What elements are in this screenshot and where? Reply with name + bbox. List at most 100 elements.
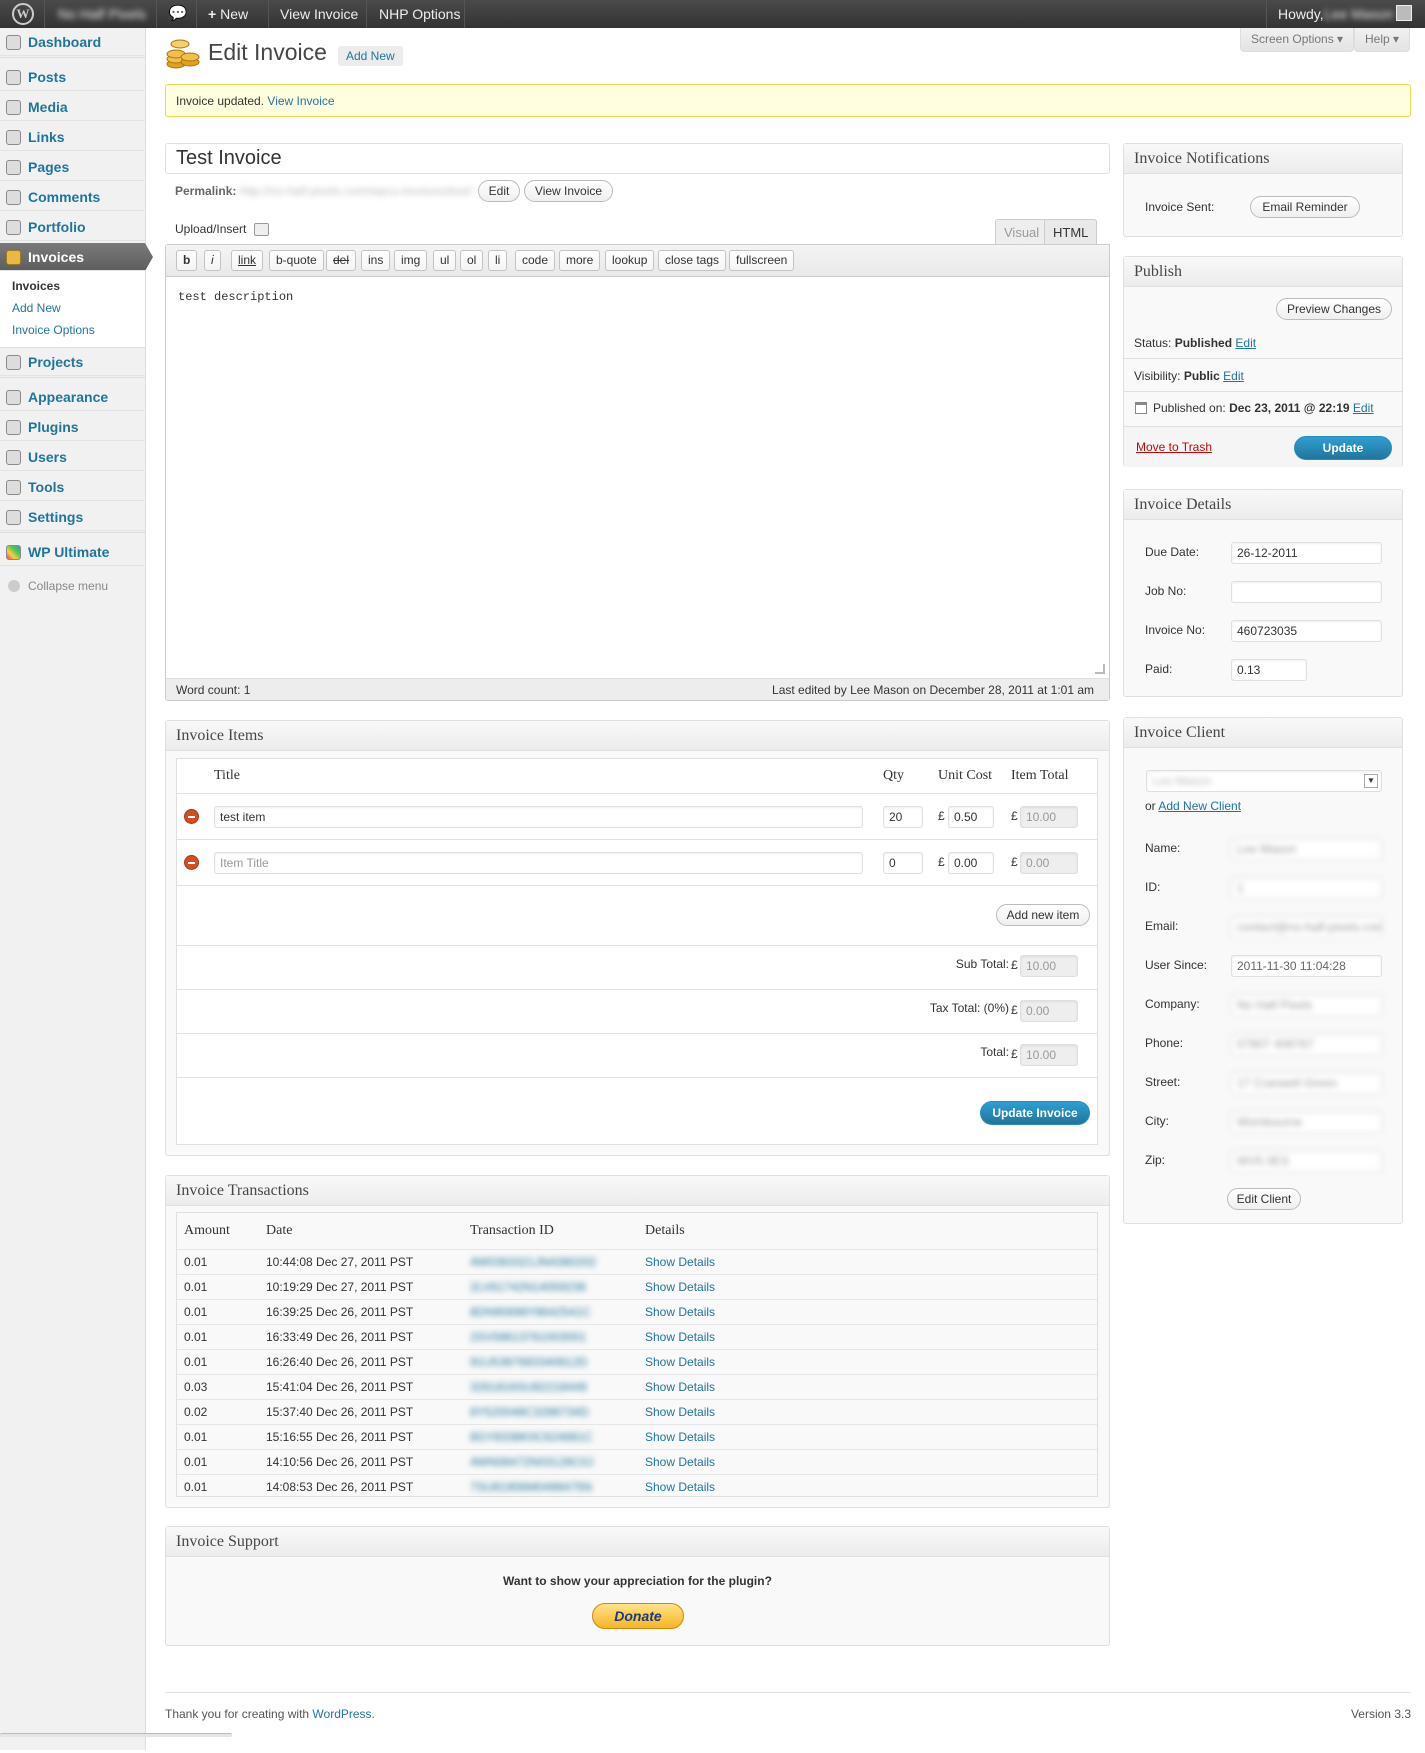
new-content-menu[interactable]: + New [208, 0, 248, 28]
tab-visual[interactable]: Visual [995, 219, 1049, 245]
sidebar-item-portfolio[interactable]: Portfolio [0, 213, 145, 241]
qt-li-button[interactable]: li [488, 250, 508, 271]
show-details-link[interactable]: Show Details [645, 1275, 715, 1299]
item-qty-input[interactable]: 0 [883, 852, 923, 874]
preview-changes-button[interactable]: Preview Changes [1276, 298, 1392, 320]
status-edit-link[interactable]: Edit [1235, 336, 1256, 350]
add-new-client-link[interactable]: Add New Client [1158, 799, 1241, 813]
sidebar-item-dashboard[interactable]: Dashboard [0, 28, 145, 56]
remove-item-icon[interactable] [184, 855, 199, 870]
invoice-transactions-heading[interactable]: Invoice Transactions [166, 1176, 1109, 1206]
sidebar-item-plugins[interactable]: Plugins [0, 413, 145, 441]
submenu-invoice-options[interactable]: Invoice Options [12, 319, 145, 341]
screen-options-button[interactable]: Screen Options ▾ [1240, 28, 1355, 52]
donate-button[interactable]: Donate [592, 1603, 684, 1629]
invoice-no-input[interactable]: 460723035 [1231, 620, 1382, 642]
add-new-button[interactable]: Add New [338, 46, 403, 66]
site-name-link[interactable]: No Half Pixels [58, 0, 146, 28]
invoice-details-heading[interactable]: Invoice Details [1124, 490, 1402, 520]
item-unit-cost-input[interactable]: 0.50 [948, 806, 994, 828]
remove-item-icon[interactable] [184, 809, 199, 824]
due-date-input[interactable]: 26-12-2011 [1231, 542, 1382, 564]
view-invoice-link[interactable]: View Invoice [280, 0, 358, 28]
qt-ol-button[interactable]: ol [460, 250, 484, 271]
invoice-notifications-heading[interactable]: Invoice Notifications [1124, 144, 1402, 174]
invoice-items-heading[interactable]: Invoice Items [166, 721, 1109, 751]
item-title-input[interactable]: test item [214, 806, 863, 828]
show-details-link[interactable]: Show Details [645, 1375, 715, 1399]
qt-ins-button[interactable]: ins [361, 250, 391, 271]
nhp-options-link[interactable]: NHP Options [379, 0, 460, 28]
item-title-input[interactable]: Item Title [214, 852, 863, 874]
qt-fullscreen-button[interactable]: fullscreen [729, 250, 795, 271]
invoice-title-input[interactable]: Test Invoice [165, 143, 1110, 174]
invoice-support-heading[interactable]: Invoice Support [166, 1527, 1109, 1557]
comments-icon[interactable]: 💬 [166, 0, 190, 28]
horizontal-scrollbar[interactable] [0, 1733, 232, 1737]
move-to-trash-link[interactable]: Move to Trash [1136, 440, 1212, 454]
howdy-label[interactable]: Howdy, [1278, 0, 1324, 28]
edit-client-button[interactable]: Edit Client [1227, 1188, 1301, 1210]
client-select[interactable]: Lee Mason ▼ [1146, 770, 1382, 792]
tab-html[interactable]: HTML [1044, 219, 1098, 246]
editor-textarea[interactable]: test description [178, 290, 293, 304]
qt-link-button[interactable]: link [231, 250, 264, 271]
sidebar-item-projects[interactable]: Projects [0, 348, 145, 376]
avatar[interactable] [1396, 5, 1412, 21]
sidebar-item-settings[interactable]: Settings [0, 503, 145, 531]
permalink-edit-button[interactable]: Edit [478, 180, 520, 202]
qt-img-button[interactable]: img [394, 250, 428, 271]
sidebar-item-posts[interactable]: Posts [0, 63, 145, 91]
sidebar-item-wp-ultimate[interactable]: WP Ultimate [0, 538, 145, 566]
qt-del-button[interactable]: del [326, 250, 357, 271]
wordpress-link[interactable]: WordPress [312, 1707, 371, 1721]
email-reminder-button[interactable]: Email Reminder [1250, 196, 1360, 218]
show-details-link[interactable]: Show Details [645, 1350, 715, 1374]
resize-handle-icon[interactable] [1095, 664, 1105, 674]
item-unit-cost-input[interactable]: 0.00 [948, 852, 994, 874]
publish-heading[interactable]: Publish [1124, 257, 1402, 287]
show-details-link[interactable]: Show Details [645, 1325, 715, 1349]
sidebar-item-media[interactable]: Media [0, 93, 145, 121]
paid-input[interactable]: 0.13 [1231, 659, 1307, 681]
user-name[interactable]: Lee Mason [1324, 0, 1393, 28]
sidebar-item-users[interactable]: Users [0, 443, 145, 471]
qt-ul-button[interactable]: ul [433, 250, 457, 271]
show-details-link[interactable]: Show Details [645, 1450, 715, 1474]
qt-more-button[interactable]: more [559, 250, 601, 271]
add-new-item-button[interactable]: Add new item [996, 904, 1090, 926]
published-edit-link[interactable]: Edit [1353, 401, 1374, 415]
visibility-edit-link[interactable]: Edit [1223, 369, 1244, 383]
show-details-link[interactable]: Show Details [645, 1250, 715, 1274]
collapse-menu-button[interactable]: Collapse menu [0, 572, 145, 600]
show-details-link[interactable]: Show Details [645, 1425, 715, 1449]
update-button[interactable]: Update [1294, 436, 1392, 460]
sidebar-item-comments[interactable]: Comments [0, 183, 145, 211]
qt-lookup-button[interactable]: lookup [605, 250, 655, 271]
qt-close-tags-button[interactable]: close tags [658, 250, 727, 271]
qt-code-button[interactable]: code [515, 250, 556, 271]
qt-bold-button[interactable]: b [176, 250, 198, 271]
show-details-link[interactable]: Show Details [645, 1300, 715, 1324]
invoice-client-heading[interactable]: Invoice Client [1124, 718, 1402, 748]
submenu-invoices[interactable]: Invoices [12, 275, 145, 297]
show-details-link[interactable]: Show Details [645, 1475, 715, 1499]
submenu-add-new[interactable]: Add New [12, 297, 145, 319]
job-no-input[interactable] [1231, 581, 1382, 603]
permalink-url[interactable]: http://no-half-pixels.com/wpcu-invoices/… [240, 184, 472, 198]
help-button[interactable]: Help ▾ [1354, 28, 1411, 52]
notice-view-invoice-link[interactable]: View Invoice [267, 94, 334, 108]
show-details-link[interactable]: Show Details [645, 1400, 715, 1424]
qt-italic-button[interactable]: i [204, 250, 221, 271]
sidebar-item-links[interactable]: Links [0, 123, 145, 151]
update-invoice-button[interactable]: Update Invoice [980, 1101, 1090, 1125]
sidebar-item-pages[interactable]: Pages [0, 153, 145, 181]
add-media-icon[interactable] [254, 223, 269, 236]
qt-bquote-button[interactable]: b-quote [269, 250, 324, 271]
item-qty-input[interactable]: 20 [883, 806, 923, 828]
sidebar-item-tools[interactable]: Tools [0, 473, 145, 501]
permalink-view-button[interactable]: View Invoice [524, 180, 613, 202]
sidebar-item-invoices[interactable]: Invoices [0, 243, 153, 271]
wordpress-logo-icon[interactable]: W [6, 0, 40, 28]
sidebar-item-appearance[interactable]: Appearance [0, 383, 145, 411]
